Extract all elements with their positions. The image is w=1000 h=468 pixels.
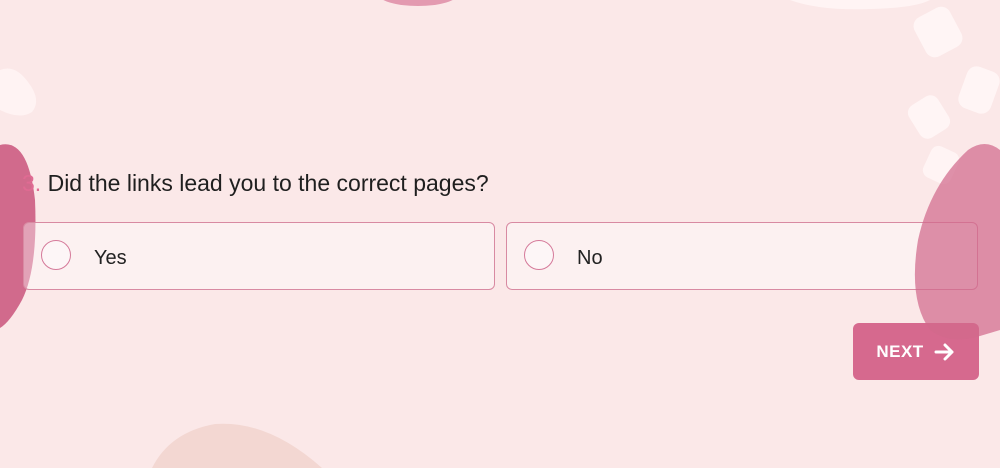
option-yes-label: Yes <box>94 247 127 269</box>
decorative-blob-top <box>383 0 453 6</box>
option-no[interactable]: No <box>506 222 978 290</box>
decorative-flake-left <box>0 68 37 116</box>
arrow-right-icon <box>934 343 954 360</box>
decorative-flake <box>913 6 963 58</box>
question-number: 3. <box>22 170 42 196</box>
option-no-label: No <box>577 247 603 269</box>
decorative-blob-bottom <box>152 423 322 468</box>
decorative-blob-top-right <box>790 0 930 10</box>
decorative-flake <box>958 66 1000 114</box>
radio-yes[interactable] <box>41 240 71 270</box>
next-button-label: NEXT <box>876 341 924 361</box>
radio-no[interactable] <box>524 240 554 270</box>
question-text: Did the links lead you to the correct pa… <box>41 170 489 196</box>
next-button[interactable]: NEXT <box>853 323 979 380</box>
decorative-flake <box>907 95 951 139</box>
question-title: 3. Did the links lead you to the correct… <box>22 170 489 197</box>
decorative-flake <box>922 145 960 185</box>
option-yes[interactable]: Yes <box>23 222 495 290</box>
